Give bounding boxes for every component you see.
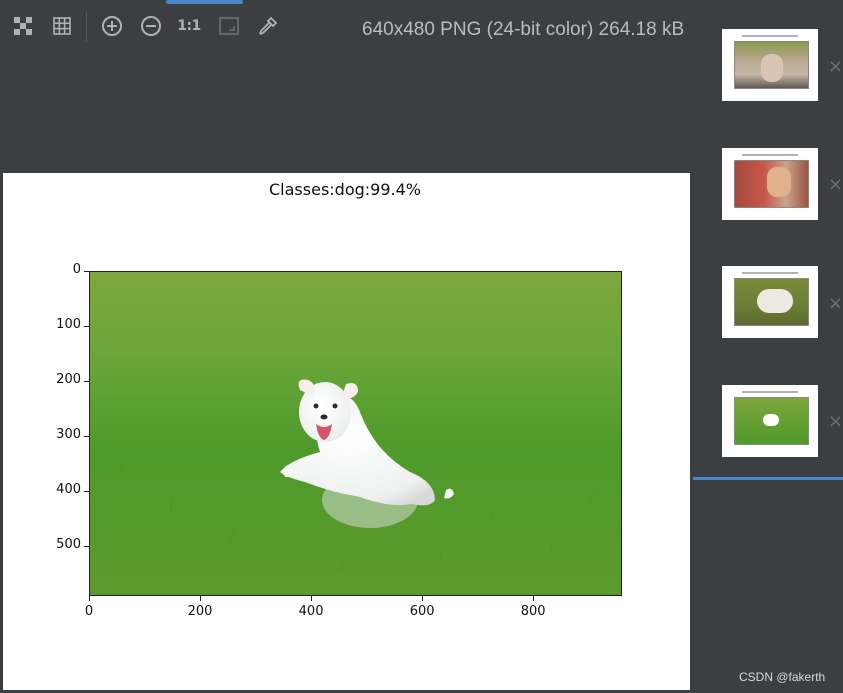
active-tab-indicator [166,0,243,4]
thumbnail-2[interactable] [722,148,818,220]
color-picker-icon[interactable] [256,14,280,38]
x-tick-label: 600 [409,604,435,619]
actual-size-button[interactable]: 1:1 [177,14,201,38]
x-tick-mark [311,596,313,601]
image-info-text: 640x480 PNG (24-bit color) 264.18 kB [362,19,685,40]
y-tick-mark [84,271,89,272]
y-tick-label: 500 [56,537,81,553]
close-thumbnail-1-icon[interactable]: × [828,58,843,76]
y-tick-mark [84,491,89,493]
close-thumbnail-4-icon[interactable]: × [828,413,843,431]
x-tick-mark [89,596,90,601]
x-tick-label: 800 [520,604,546,619]
toolbar-separator [86,12,87,42]
selected-thumbnail-indicator [693,477,843,480]
thumbnail-1[interactable] [722,29,818,101]
x-tick-mark [533,596,535,601]
y-tick-mark [84,546,89,548]
classified-photo [89,271,622,596]
y-tick-label: 300 [56,427,81,443]
plot-title: Classes:dog:99.4% [269,180,421,199]
fit-zoom-icon[interactable] [217,14,241,38]
x-tick-mark [200,596,202,601]
y-tick-label: 100 [56,317,81,333]
transparency-chessboard-icon[interactable] [11,14,35,38]
y-tick-mark [84,326,89,328]
y-tick-mark [84,381,89,383]
image-viewer: 1:1 640x480 PNG (24-bit color) 264.18 kB… [0,0,843,693]
thumbnail-4-selected[interactable] [722,385,818,457]
x-tick-label: 0 [84,604,94,619]
x-tick-label: 400 [298,604,324,619]
close-thumbnail-3-icon[interactable]: × [828,295,843,313]
zoom-out-icon[interactable] [139,14,163,38]
x-tick-label: 200 [187,604,213,619]
y-tick-label: 400 [56,482,81,498]
zoom-in-icon[interactable] [100,14,124,38]
close-thumbnail-2-icon[interactable]: × [828,176,843,194]
image-toolbar: 1:1 640x480 PNG (24-bit color) 264.18 kB [0,6,700,46]
actual-size-label: 1:1 [177,18,201,34]
y-tick-label: 200 [56,372,81,388]
x-tick-mark [422,596,424,601]
thumbnail-3[interactable] [722,266,818,338]
y-tick-mark [84,436,89,438]
watermark-text: CSDN @fakerth [739,670,826,684]
y-tick-label: 0 [72,262,81,277]
grid-icon[interactable] [50,14,74,38]
